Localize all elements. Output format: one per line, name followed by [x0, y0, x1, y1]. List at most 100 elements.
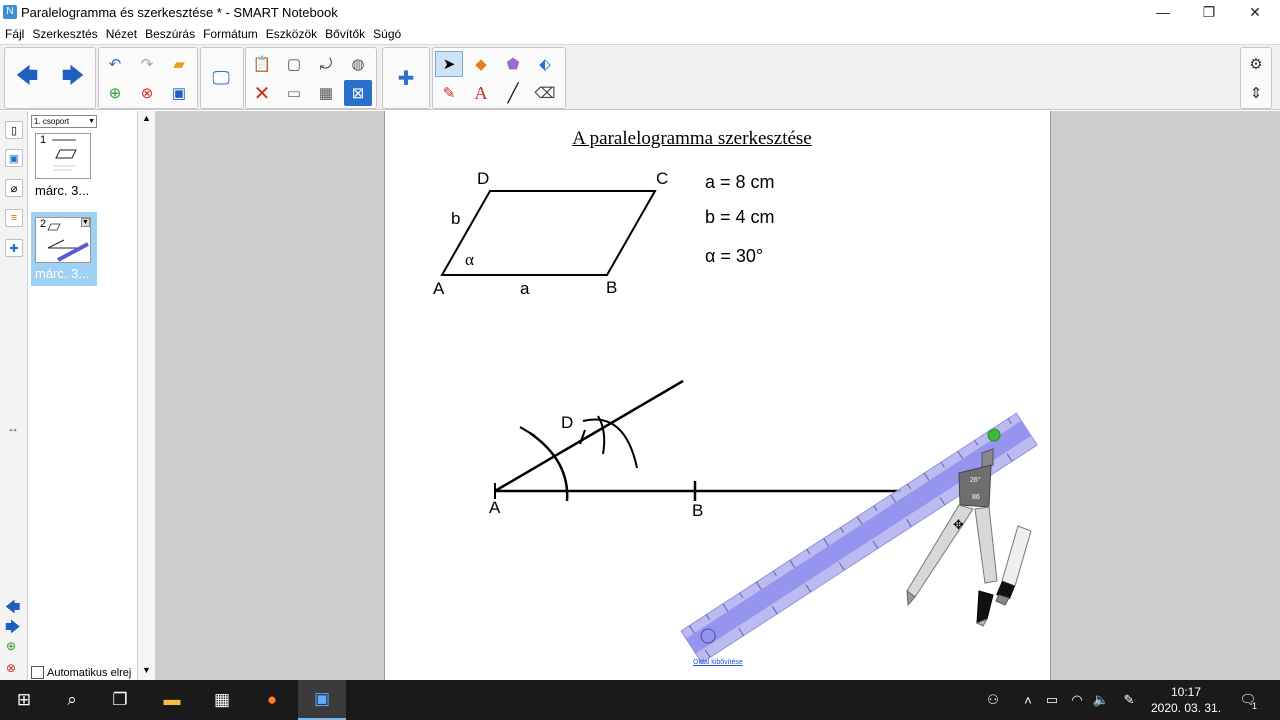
- thumb-1[interactable]: 1 márc. 3...: [33, 131, 93, 203]
- shapes-icon[interactable]: ◆: [467, 51, 495, 77]
- delete-icon[interactable]: ✕: [248, 80, 276, 106]
- compass-value-readout: 86: [972, 494, 980, 501]
- eraser-icon[interactable]: ⌫: [531, 80, 559, 106]
- file-explorer-icon[interactable]: ▬: [148, 680, 196, 720]
- clock-time: 10:17: [1170, 685, 1202, 699]
- pens-icon[interactable]: ✎: [435, 80, 463, 106]
- select-pointer-icon[interactable]: ➤: [435, 51, 463, 77]
- auto-hide-option[interactable]: Automatikus elrej: [31, 666, 131, 679]
- side-delete-page-icon[interactable]: ⊗: [6, 661, 16, 675]
- thumb-2-image: 2 ▼: [35, 217, 91, 263]
- smart-notebook-task-icon[interactable]: ▣: [298, 680, 346, 720]
- volume-icon[interactable]: 🔈: [1090, 680, 1112, 720]
- canvas-area: A paralelogramma szerkesztése ✥ D C b α …: [156, 111, 1280, 681]
- label-b-point: B: [606, 278, 618, 297]
- auto-hide-checkbox[interactable]: [31, 666, 44, 679]
- delete-page-icon[interactable]: ⊗: [133, 80, 161, 106]
- arc-mark-2: [579, 429, 586, 445]
- thumb-menu-icon[interactable]: ▼: [81, 218, 90, 227]
- save-icon[interactable]: ▣: [165, 80, 193, 106]
- gallery-tab-icon[interactable]: ▣: [5, 149, 23, 167]
- notifications-icon[interactable]: 🗨: [1234, 680, 1262, 720]
- menu-tools[interactable]: Eszközök: [261, 27, 320, 41]
- menu-file[interactable]: Fájl: [0, 27, 27, 41]
- resize-sidebar-icon[interactable]: ↔: [7, 421, 19, 435]
- menu-insert[interactable]: Beszúrás: [140, 27, 198, 41]
- battery-icon[interactable]: ▭: [1042, 680, 1062, 720]
- given-a: a = 8 cm: [705, 172, 775, 192]
- label-a-point: A: [433, 279, 445, 298]
- screen-shade-icon[interactable]: ▭: [280, 80, 308, 106]
- scroll-down-icon[interactable]: ▼: [142, 665, 151, 675]
- group-select[interactable]: 1. csoport ▼: [31, 115, 97, 128]
- addons-tab-icon[interactable]: ✚: [5, 239, 23, 257]
- toolbar: 🡄 🡆 ↶ ↷ ▰ ⊕ ⊗ ▣ 🖵 📋 ▢ ⤾ ◍ ✕ ▭ ▦ ⊠ ✚ ➤ ◆ …: [0, 44, 1280, 110]
- label-alpha: α: [465, 250, 474, 269]
- angle-ray-line[interactable]: [494, 379, 684, 493]
- addon-puzzle-icon[interactable]: ✚: [392, 65, 420, 91]
- window-title: Paralelogramma és szerkesztése * - SMART…: [21, 4, 338, 20]
- menu-view[interactable]: Nézet: [101, 27, 140, 41]
- notebook-page[interactable]: A paralelogramma szerkesztése ✥ D C b α …: [384, 111, 1051, 681]
- thumb-1-label: márc. 3...: [35, 183, 90, 198]
- next-page-button[interactable]: 🡆: [59, 63, 87, 91]
- close-button[interactable]: ✕: [1232, 0, 1278, 24]
- menu-bar: Fájl Szerkesztés Nézet Beszúrás Formátum…: [0, 24, 1280, 44]
- chevron-up-icon[interactable]: ˄: [1018, 680, 1038, 720]
- arc-cross[interactable]: [597, 415, 606, 455]
- redo-icon[interactable]: ↷: [133, 51, 161, 77]
- thumb-2-label: márc. 3...: [35, 266, 90, 281]
- side-add-page-icon[interactable]: ⊕: [6, 639, 16, 653]
- move-toolbar-icon[interactable]: ⇕: [1242, 80, 1270, 106]
- arc-length-b[interactable]: [582, 418, 638, 469]
- calculator-icon[interactable]: ▦: [198, 680, 246, 720]
- sorter-scrollbar[interactable]: ▲ ▼: [138, 111, 156, 681]
- add-page-icon[interactable]: ⊕: [101, 80, 129, 106]
- construct-label-a: A: [489, 498, 501, 517]
- properties-tab-icon[interactable]: ≡: [5, 209, 23, 227]
- extend-page-link[interactable]: Oldal kibővítése: [693, 659, 743, 666]
- gear-icon[interactable]: ⚙: [1242, 51, 1270, 77]
- fill-icon[interactable]: ⬖: [531, 51, 559, 77]
- construct-label-b: B: [692, 501, 704, 520]
- screen-share-icon[interactable]: 🖵: [207, 65, 235, 91]
- screen-capture-icon[interactable]: ▢: [280, 51, 308, 77]
- tools-group: ➤ ◆ ⬟ ⬖ ✎ A ╱ ⌫: [432, 47, 566, 109]
- line-icon[interactable]: ╱: [499, 80, 527, 106]
- thumb-2-selected[interactable]: 2 ▼ márc. 3...: [31, 212, 97, 286]
- pen-icon[interactable]: ✎: [1118, 680, 1140, 720]
- attachments-tab-icon[interactable]: ⌀: [5, 179, 23, 197]
- menu-format[interactable]: Formátum: [198, 27, 261, 41]
- scroll-up-icon[interactable]: ▲: [142, 113, 151, 123]
- text-icon[interactable]: A: [467, 80, 495, 106]
- nav-group: 🡄 🡆: [4, 47, 96, 109]
- minimize-button[interactable]: —: [1140, 0, 1186, 24]
- menu-addons[interactable]: Bővítők: [320, 27, 368, 41]
- side-tabs: ▯ ▣ ⌀ ≡ ✚ ↔ 🡄 🡆 ⊕ ⊗: [0, 111, 28, 681]
- undo-icon[interactable]: ↶: [101, 51, 129, 77]
- addon-group: ✚: [382, 47, 430, 109]
- people-icon[interactable]: ⚇: [982, 680, 1004, 720]
- wifi-icon[interactable]: ◠: [1066, 680, 1088, 720]
- previous-page-button[interactable]: 🡄: [13, 63, 41, 91]
- windows-start-icon[interactable]: ⊞: [0, 680, 48, 720]
- magic-pen-icon[interactable]: ⬟: [499, 51, 527, 77]
- given-alpha: α = 30°: [705, 246, 764, 266]
- open-folder-icon[interactable]: ▰: [165, 51, 193, 77]
- rotate-icon[interactable]: ⤾: [312, 51, 340, 77]
- construct-label-d: D: [561, 413, 574, 432]
- clipboard-group: 📋 ▢ ⤾ ◍ ✕ ▭ ▦ ⊠: [245, 47, 377, 109]
- measure-icon[interactable]: ◍: [344, 51, 372, 77]
- search-icon[interactable]: ⌕: [48, 680, 96, 720]
- page-sorter-tab-icon[interactable]: ▯: [5, 121, 23, 139]
- full-screen-icon[interactable]: ⊠: [344, 80, 372, 106]
- firefox-icon[interactable]: ●: [248, 680, 296, 720]
- paste-icon[interactable]: 📋: [248, 51, 276, 77]
- menu-edit[interactable]: Szerkesztés: [27, 27, 100, 41]
- task-view-icon[interactable]: ❐: [96, 680, 144, 720]
- restore-button[interactable]: ❐: [1186, 0, 1232, 24]
- table-icon[interactable]: ▦: [312, 80, 340, 106]
- clock[interactable]: 10:17 2020. 03. 31.: [1146, 684, 1226, 716]
- rotate-handle-icon[interactable]: [987, 428, 1001, 442]
- menu-help[interactable]: Súgó: [368, 27, 404, 41]
